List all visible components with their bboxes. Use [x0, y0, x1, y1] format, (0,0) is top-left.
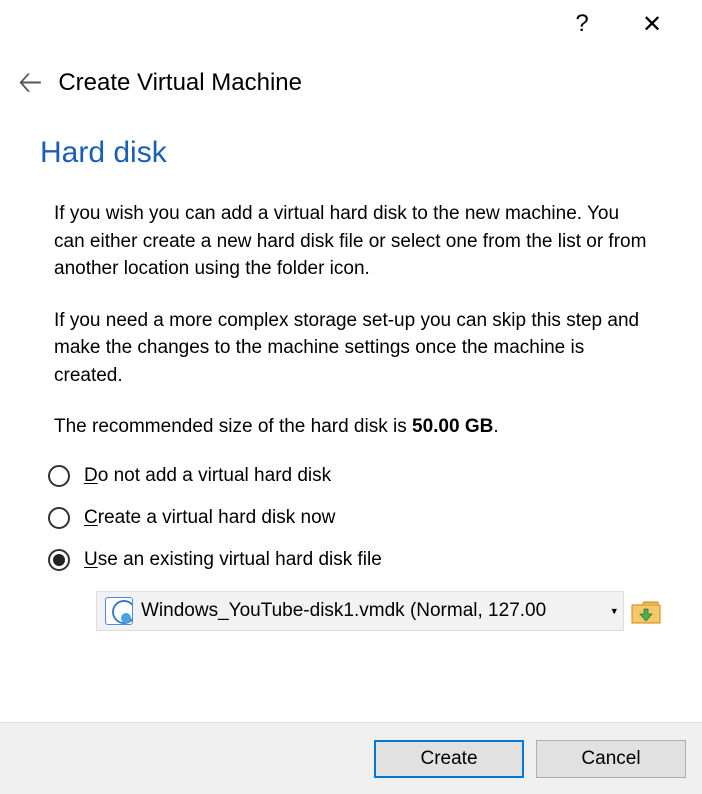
selected-disk-name: Windows_YouTube-disk1.vmdk (Normal, 127.…: [141, 600, 546, 622]
radio-label: Use an existing virtual hard disk file: [84, 549, 382, 571]
recommended-prefix: The recommended size of the hard disk is: [54, 416, 412, 437]
disk-file-dropdown[interactable]: Windows_YouTube-disk1.vmdk (Normal, 127.…: [96, 591, 624, 631]
titlebar: ? ✕: [0, 0, 702, 48]
radio-icon-selected: [48, 549, 70, 571]
radio-no-disk[interactable]: Do not add a virtual hard disk: [48, 465, 662, 487]
page-title: Create Virtual Machine: [58, 69, 302, 97]
radio-label: Create a virtual hard disk now: [84, 507, 335, 529]
folder-browse-icon[interactable]: [630, 597, 662, 625]
radio-create-new[interactable]: Create a virtual hard disk now: [48, 507, 662, 529]
wizard-header: 🡠 Create Virtual Machine: [0, 48, 702, 108]
radio-label: Do not add a virtual hard disk: [84, 465, 331, 487]
recommended-size-paragraph: The recommended size of the hard disk is…: [54, 413, 652, 441]
help-icon[interactable]: ?: [562, 10, 602, 38]
wizard-content: Hard disk If you wish you can add a virt…: [0, 108, 702, 631]
radio-icon: [48, 507, 70, 529]
radio-icon: [48, 465, 70, 487]
description-paragraph-2: If you need a more complex storage set-u…: [54, 307, 652, 390]
cancel-button[interactable]: Cancel: [536, 740, 686, 778]
dialog-footer: Create Cancel: [0, 722, 702, 794]
recommended-size-value: 50.00 GB: [412, 416, 493, 437]
create-button[interactable]: Create: [374, 740, 524, 778]
disk-selector-row: Windows_YouTube-disk1.vmdk (Normal, 127.…: [96, 591, 662, 631]
description-paragraph-1: If you wish you can add a virtual hard d…: [54, 200, 652, 283]
recommended-suffix: .: [493, 416, 498, 437]
close-icon[interactable]: ✕: [632, 10, 672, 39]
back-arrow-icon[interactable]: 🡠: [18, 68, 42, 98]
radio-group: Do not add a virtual hard disk Create a …: [48, 465, 662, 631]
disk-icon: [105, 597, 133, 625]
section-title: Hard disk: [40, 136, 662, 170]
chevron-down-icon: ▾: [607, 604, 617, 617]
radio-use-existing[interactable]: Use an existing virtual hard disk file: [48, 549, 662, 571]
